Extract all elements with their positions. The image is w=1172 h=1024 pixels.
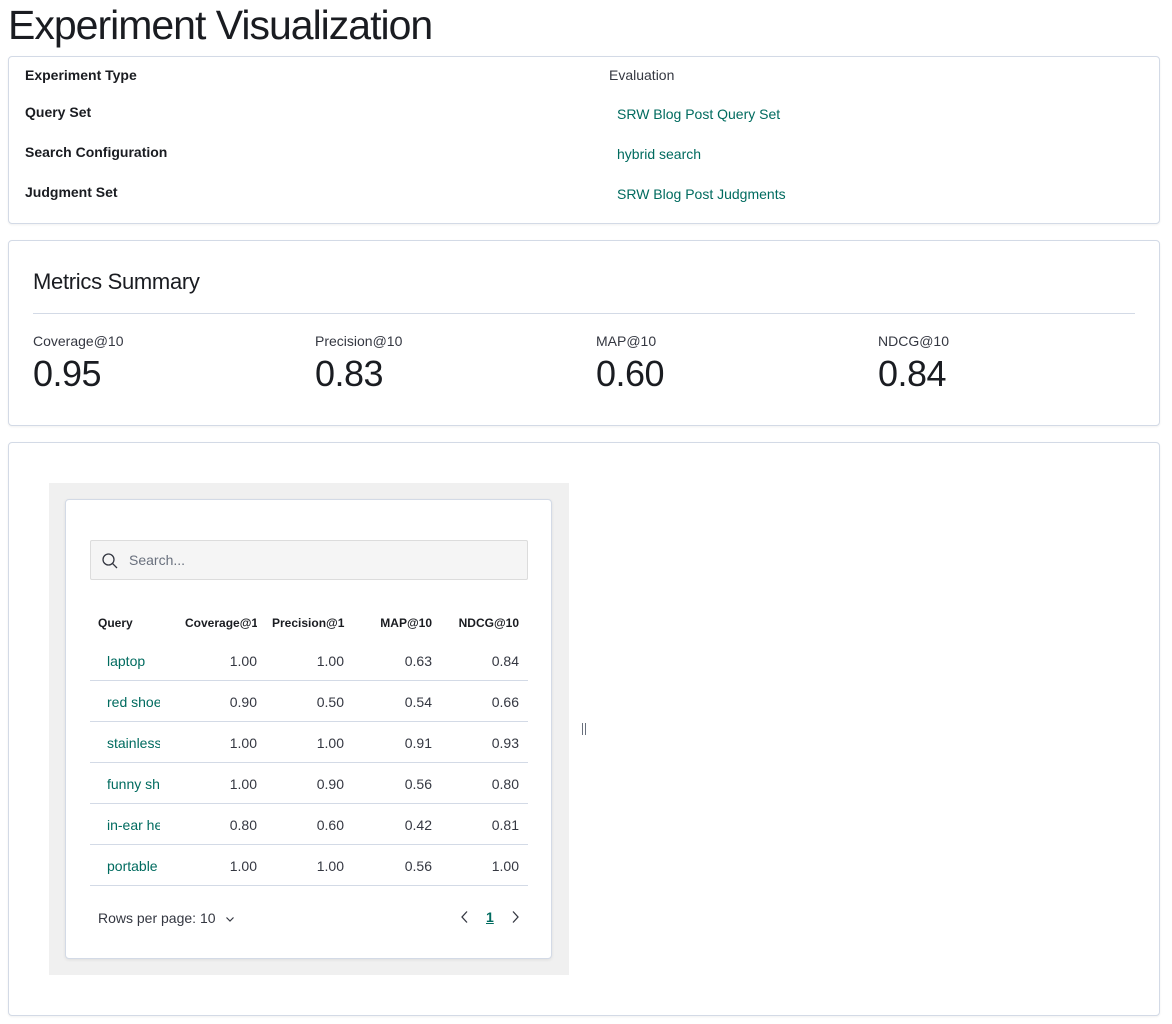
- search-configuration-link[interactable]: hybrid search: [617, 146, 701, 162]
- metric-precision: Precision@10 0.83: [315, 333, 402, 395]
- table-row: funny sh 1.00 0.90 0.56 0.80: [90, 763, 528, 804]
- map-cell: 0.56: [404, 776, 432, 792]
- search-configuration-row: Search Configuration hybrid search: [25, 144, 1143, 164]
- judgment-set-link[interactable]: SRW Blog Post Judgments: [617, 186, 786, 202]
- query-link[interactable]: laptop: [107, 653, 160, 669]
- rows-per-page-label: Rows per page: 10: [98, 910, 216, 926]
- map-cell: 0.91: [404, 735, 432, 751]
- table-row: laptop 1.00 1.00 0.63 0.84: [90, 640, 528, 681]
- metric-value: 0.95: [33, 353, 102, 394]
- precision-cell: 0.60: [316, 817, 344, 833]
- precision-cell: 1.00: [316, 735, 344, 751]
- coverage-cell: 1.00: [229, 735, 257, 751]
- experiment-type-label: Experiment Type: [25, 67, 137, 83]
- map-cell: 0.63: [404, 653, 432, 669]
- column-header-ndcg[interactable]: NDCG@10: [447, 616, 519, 630]
- experiment-details-panel: Experiment Type Evaluation Query Set SRW…: [8, 56, 1160, 224]
- search-configuration-label: Search Configuration: [25, 144, 168, 160]
- search-input[interactable]: [129, 541, 519, 579]
- column-header-map[interactable]: MAP@10: [360, 616, 432, 630]
- table-container: Query Coverage@1 Precision@1 MAP@10 NDCG…: [49, 483, 569, 975]
- precision-cell: 0.90: [316, 776, 344, 792]
- coverage-cell: 1.00: [229, 776, 257, 792]
- map-cell: 0.54: [404, 694, 432, 710]
- judgment-set-label: Judgment Set: [25, 184, 118, 200]
- query-set-row: Query Set SRW Blog Post Query Set: [25, 104, 1143, 124]
- experiment-type-value: Evaluation: [609, 67, 675, 83]
- metric-label: MAP@10: [596, 333, 657, 349]
- resize-handle[interactable]: [582, 723, 586, 735]
- chevron-right-icon[interactable]: [510, 910, 520, 929]
- metric-coverage: Coverage@10 0.95: [33, 333, 124, 395]
- query-table-card: Query Coverage@1 Precision@1 MAP@10 NDCG…: [65, 499, 552, 959]
- query-set-link[interactable]: SRW Blog Post Query Set: [617, 106, 780, 122]
- chevron-down-icon: [225, 911, 235, 927]
- table-row: portable 1.00 1.00 0.56 1.00: [90, 845, 528, 886]
- table-row: stainless 1.00 1.00 0.91 0.93: [90, 722, 528, 763]
- table-header: Query Coverage@1 Precision@1 MAP@10 NDCG…: [90, 604, 528, 640]
- metric-value: 0.84: [878, 353, 947, 394]
- experiment-type-row: Experiment Type Evaluation: [25, 67, 1143, 87]
- search-icon: [101, 552, 119, 570]
- pagination: Rows per page: 10 1: [90, 906, 528, 930]
- metric-label: Precision@10: [315, 333, 403, 349]
- query-link[interactable]: in-ear he: [107, 817, 160, 833]
- metric-value: 0.83: [315, 353, 384, 394]
- map-cell: 0.42: [404, 817, 432, 833]
- query-link[interactable]: funny sh: [107, 776, 160, 792]
- search-box: [90, 540, 528, 580]
- page-title: Experiment Visualization: [8, 2, 433, 48]
- page-number-button[interactable]: 1: [486, 909, 494, 925]
- precision-cell: 1.00: [316, 858, 344, 874]
- metric-map: MAP@10 0.60: [596, 333, 665, 395]
- metrics-divider: [33, 313, 1135, 314]
- query-metrics-table: Query Coverage@1 Precision@1 MAP@10 NDCG…: [90, 604, 528, 886]
- query-link[interactable]: red shoe: [107, 694, 160, 710]
- query-link[interactable]: stainless: [107, 735, 160, 751]
- table-row: in-ear he 0.80 0.60 0.42 0.81: [90, 804, 528, 845]
- query-results-panel: Query Coverage@1 Precision@1 MAP@10 NDCG…: [8, 442, 1160, 1016]
- metric-value: 0.60: [596, 353, 665, 394]
- metric-label: NDCG@10: [878, 333, 950, 349]
- coverage-cell: 0.80: [229, 817, 257, 833]
- metric-label: Coverage@10: [33, 333, 124, 349]
- precision-cell: 1.00: [316, 653, 344, 669]
- chevron-left-icon[interactable]: [460, 910, 470, 929]
- column-header-precision[interactable]: Precision@1: [272, 616, 345, 630]
- query-set-label: Query Set: [25, 104, 92, 120]
- coverage-cell: 1.00: [229, 858, 257, 874]
- query-link[interactable]: portable: [107, 858, 160, 874]
- precision-cell: 0.50: [316, 694, 344, 710]
- ndcg-cell: 0.93: [491, 735, 519, 751]
- ndcg-cell: 1.00: [491, 858, 519, 874]
- metrics-summary-panel: Metrics Summary Coverage@10 0.95 Precisi…: [8, 240, 1160, 426]
- ndcg-cell: 0.80: [491, 776, 519, 792]
- rows-per-page-button[interactable]: Rows per page: 10: [98, 910, 235, 927]
- table-row: red shoe 0.90 0.50 0.54 0.66: [90, 681, 528, 722]
- metrics-summary-title: Metrics Summary: [33, 269, 200, 294]
- column-header-coverage[interactable]: Coverage@1: [185, 616, 257, 630]
- coverage-cell: 1.00: [229, 653, 257, 669]
- metric-ndcg: NDCG@10 0.84: [878, 333, 949, 395]
- ndcg-cell: 0.81: [491, 817, 519, 833]
- ndcg-cell: 0.84: [491, 653, 519, 669]
- judgment-set-row: Judgment Set SRW Blog Post Judgments: [25, 184, 1143, 204]
- ndcg-cell: 0.66: [491, 694, 519, 710]
- column-header-query[interactable]: Query: [98, 616, 133, 630]
- map-cell: 0.56: [404, 858, 432, 874]
- coverage-cell: 0.90: [229, 694, 257, 710]
